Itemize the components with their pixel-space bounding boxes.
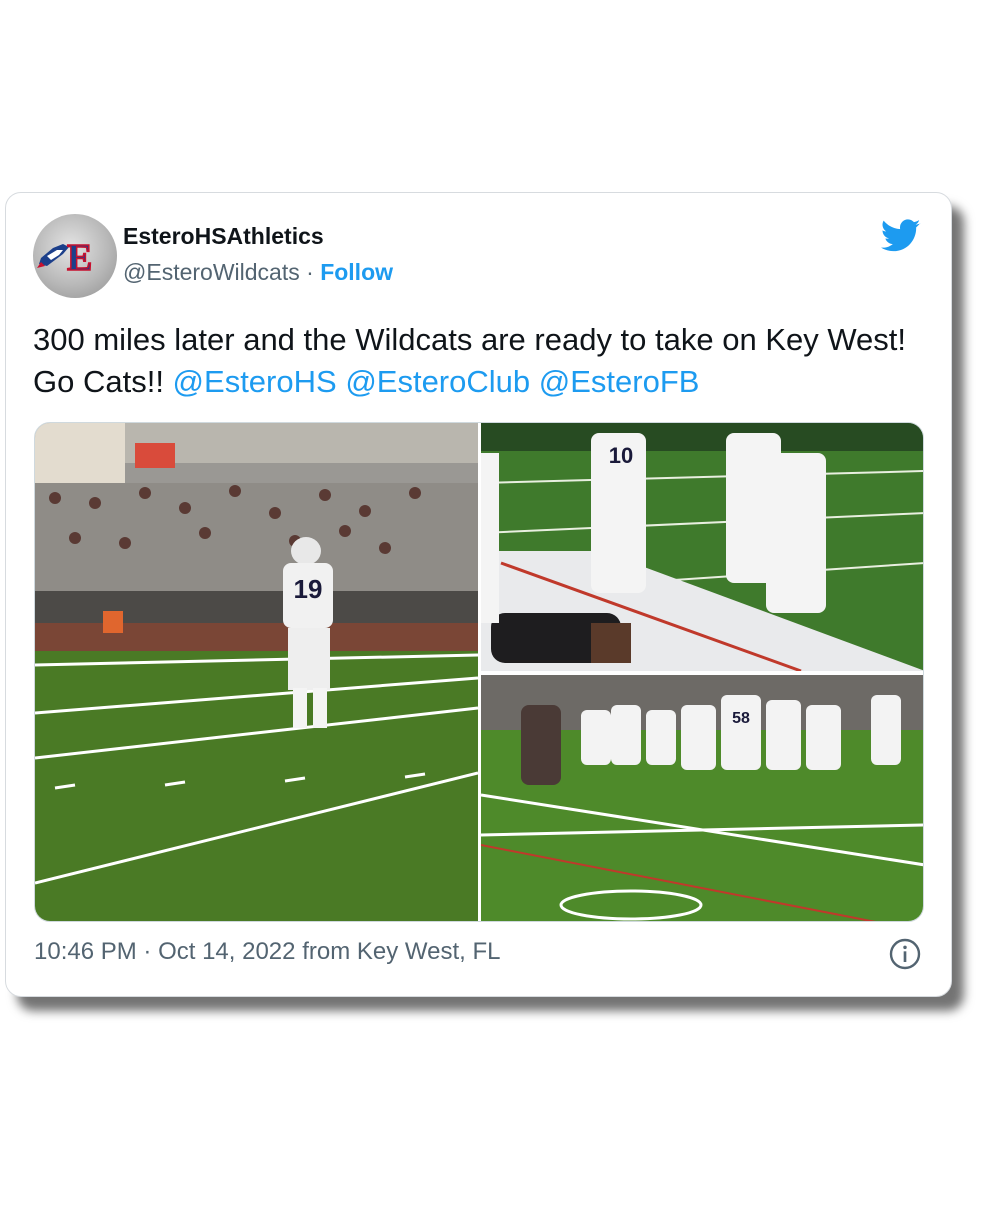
photo-sideline-warmup[interactable]: 10	[481, 423, 923, 671]
follow-button[interactable]: Follow	[320, 259, 393, 285]
wildcat-e-logo-icon: E	[37, 236, 93, 280]
photo-image: 10	[481, 423, 923, 671]
separator: ·	[143, 938, 152, 965]
mention-esteroclub[interactable]: @EsteroClub	[345, 364, 530, 399]
photo-player-19[interactable]: 19	[35, 423, 478, 921]
user-handle[interactable]: @EsteroWildcats	[123, 259, 300, 285]
tweet-location: from Key West, FL	[302, 938, 501, 965]
jersey-number: 10	[609, 443, 633, 468]
display-name[interactable]: EsteroHSAthletics	[123, 223, 324, 250]
handle-line: @EsteroWildcats · Follow	[123, 259, 393, 286]
info-icon[interactable]	[889, 938, 921, 970]
avatar[interactable]: E	[33, 214, 117, 298]
media-grid: 19 10 58	[34, 422, 924, 922]
jersey-number: 58	[732, 710, 750, 727]
tweet-metadata: 10:46 PM · Oct 14, 2022 from Key West, F…	[34, 938, 500, 966]
photo-team-formation[interactable]: 58	[481, 675, 923, 921]
mention-esterofb[interactable]: @EsteroFB	[539, 364, 700, 399]
tweet-card: E EsteroHSAthletics @EsteroWildcats · Fo…	[5, 192, 952, 997]
svg-text:E: E	[67, 237, 92, 279]
twitter-bird-icon[interactable]	[881, 219, 921, 253]
jersey-number: 19	[294, 574, 323, 604]
tweet-date[interactable]: Oct 14, 2022	[158, 938, 295, 965]
separator: ·	[306, 259, 314, 285]
tweet-text: 300 miles later and the Wildcats are rea…	[33, 319, 923, 403]
mention-esterohs[interactable]: @EsteroHS	[173, 364, 337, 399]
photo-image: 19	[35, 423, 478, 921]
tweet-time[interactable]: 10:46 PM	[34, 938, 137, 965]
photo-image: 58	[481, 675, 923, 921]
